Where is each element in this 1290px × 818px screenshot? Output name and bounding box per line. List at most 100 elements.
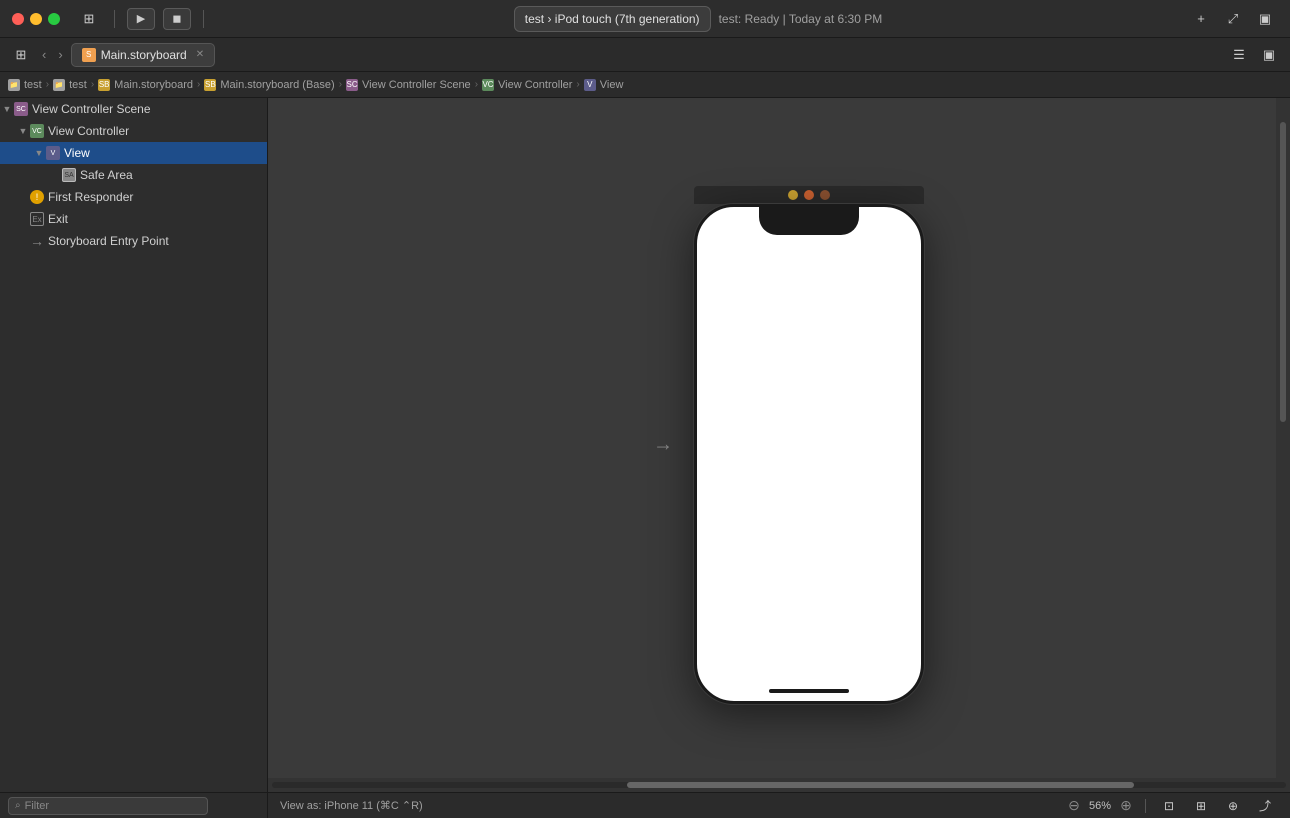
breadcrumb-item-test1[interactable]: 📁 test [8, 79, 42, 91]
filter-icon: ⌕ [15, 800, 21, 811]
device-selector[interactable]: test › iPod touch (7th generation) [514, 6, 711, 32]
layout-icon[interactable]: ▣ [1252, 8, 1278, 30]
breadcrumb-test1-label: test [24, 79, 42, 91]
iphone-home-bar [769, 689, 849, 693]
zoom-controls: ⊖ 56% ⊕ ⊡ ⊞ ⊕ ⤴ [1065, 795, 1278, 817]
storyboard-tab-icon: S [82, 48, 96, 62]
separator [203, 10, 204, 28]
scrollbar-track [272, 782, 1286, 788]
breadcrumb-sep: › [475, 79, 478, 90]
canvas-bottom-scrollbar[interactable] [268, 778, 1290, 792]
iphone-notch [759, 207, 859, 235]
sidebar-toggle-icon[interactable]: ⊞ [76, 8, 102, 30]
sidebar-item-safe-area[interactable]: ▼ SA Safe Area [0, 164, 267, 186]
device-dot-orange [804, 190, 814, 200]
storyboard-icon: SB [204, 79, 216, 91]
filter-placeholder: Filter [25, 800, 49, 812]
traffic-lights [12, 13, 60, 25]
main-area: ▼ SC View Controller Scene ▼ VC View Con… [0, 98, 1290, 792]
add-icon[interactable]: + [1188, 8, 1214, 30]
sidebar-item-first-responder[interactable]: ▼ ! First Responder [0, 186, 267, 208]
first-responder-icon: ! [30, 190, 44, 204]
view-label: View [64, 146, 90, 160]
sidebar-item-vc[interactable]: ▼ VC View Controller [0, 120, 267, 142]
share-icon[interactable]: ⤴ [1252, 795, 1278, 817]
sidebar-item-view[interactable]: ▼ V View [0, 142, 267, 164]
safe-area-icon: SA [62, 168, 76, 182]
tab-label: Main.storyboard [101, 48, 187, 62]
status-label: test: Ready | Today at 6:30 PM [719, 12, 883, 26]
bottom-bar-row: ⌕ Filter View as: iPhone 11 (⌘C ⌃R) ⊖ 56… [0, 792, 1290, 818]
breadcrumb-sep: › [91, 79, 94, 90]
breadcrumb-item-test2[interactable]: 📁 test [53, 79, 87, 91]
titlebar-right: + ⤢ ▣ [1188, 8, 1278, 30]
storyboard-entry-icon: → [30, 234, 44, 248]
device-label: test › iPod touch (7th generation) [525, 12, 700, 26]
add-view-icon[interactable]: ⊕ [1220, 795, 1246, 817]
nav-forward-button[interactable]: › [54, 45, 66, 64]
safe-area-label: Safe Area [80, 168, 133, 182]
close-button[interactable] [12, 13, 24, 25]
inspector-toggle-icon[interactable]: ▣ [1256, 44, 1282, 66]
folder-icon: 📁 [53, 79, 65, 91]
iphone-wrapper [694, 186, 924, 704]
maximize-button[interactable] [48, 13, 60, 25]
arrow-icon[interactable]: ▼ [16, 124, 30, 138]
breadcrumb-item-mainstoryboard[interactable]: SB Main.storyboard [98, 79, 193, 91]
view-icon: V [584, 79, 596, 91]
run-button[interactable]: ▶ [127, 8, 155, 30]
iphone-mockup [694, 204, 924, 704]
breadcrumb-sep: › [576, 79, 579, 90]
grid-icon[interactable]: ⊞ [8, 44, 34, 66]
canvas-settings-icon[interactable]: ⊞ [1188, 795, 1214, 817]
breadcrumb-test2-label: test [69, 79, 87, 91]
storyboard-icon: SB [98, 79, 110, 91]
enter-fullscreen-icon[interactable]: ⤢ [1220, 8, 1246, 30]
canvas[interactable]: → [268, 98, 1290, 792]
zoom-out-button[interactable]: ⊖ [1065, 797, 1083, 815]
first-responder-label: First Responder [48, 190, 133, 204]
scene-icon: SC [346, 79, 358, 91]
view-as-label: View as: iPhone 11 (⌘C ⌃R) [280, 799, 423, 812]
list-view-icon[interactable]: ☰ [1226, 44, 1252, 66]
scrollbar-thumb[interactable] [627, 782, 1134, 788]
arrow-icon[interactable]: ▼ [32, 146, 46, 160]
breadcrumb-main-storyboard-base-label: Main.storyboard (Base) [220, 79, 334, 91]
scrollbar-thumb[interactable] [1280, 122, 1286, 422]
arrow-icon[interactable]: ▼ [0, 102, 14, 116]
sidebar-item-storyboard-entry[interactable]: ▼ → Storyboard Entry Point [0, 230, 267, 252]
breadcrumb-sep: › [46, 79, 49, 90]
tab-close-icon[interactable]: ✕ [196, 49, 204, 60]
sidebar-item-vc-scene[interactable]: ▼ SC View Controller Scene [0, 98, 267, 120]
minimize-button[interactable] [30, 13, 42, 25]
breadcrumb-vc-label: View Controller [498, 79, 572, 91]
device-toolbar [694, 186, 924, 204]
vc-icon: VC [30, 124, 44, 138]
entry-point-arrow: → [653, 434, 673, 457]
breadcrumb-item-view[interactable]: V View [584, 79, 624, 91]
tabbar: ⊞ ‹ › S Main.storyboard ✕ ☰ ▣ [0, 38, 1290, 72]
breadcrumb-item-vc-scene[interactable]: SC View Controller Scene [346, 79, 471, 91]
breadcrumb-sep: › [339, 79, 342, 90]
zoom-value-label: 56% [1089, 800, 1111, 812]
filter-input-wrapper[interactable]: ⌕ Filter [8, 797, 208, 815]
folder-icon: 📁 [8, 79, 20, 91]
canvas-right-scrollbar[interactable] [1276, 98, 1290, 792]
main-storyboard-tab[interactable]: S Main.storyboard ✕ [71, 43, 215, 67]
breadcrumb-item-vc[interactable]: VC View Controller [482, 79, 572, 91]
fit-icon[interactable]: ⊡ [1156, 795, 1182, 817]
stop-button[interactable]: ◼ [163, 8, 191, 30]
zoom-in-button[interactable]: ⊕ [1117, 797, 1135, 815]
breadcrumb: 📁 test › 📁 test › SB Main.storyboard › S… [0, 72, 1290, 98]
separator [1145, 799, 1146, 813]
device-dot-brown [820, 190, 830, 200]
sidebar-filter-area: ⌕ Filter [0, 792, 268, 818]
sidebar-item-exit[interactable]: ▼ Ex Exit [0, 208, 267, 230]
canvas-bottom-bar: View as: iPhone 11 (⌘C ⌃R) ⊖ 56% ⊕ ⊡ ⊞ ⊕… [268, 792, 1290, 818]
breadcrumb-item-mainstoryboard-base[interactable]: SB Main.storyboard (Base) [204, 79, 334, 91]
exit-label: Exit [48, 212, 68, 226]
nav-back-button[interactable]: ‹ [38, 45, 50, 64]
breadcrumb-vc-scene-label: View Controller Scene [362, 79, 471, 91]
exit-icon: Ex [30, 212, 44, 226]
view-icon: V [46, 146, 60, 160]
